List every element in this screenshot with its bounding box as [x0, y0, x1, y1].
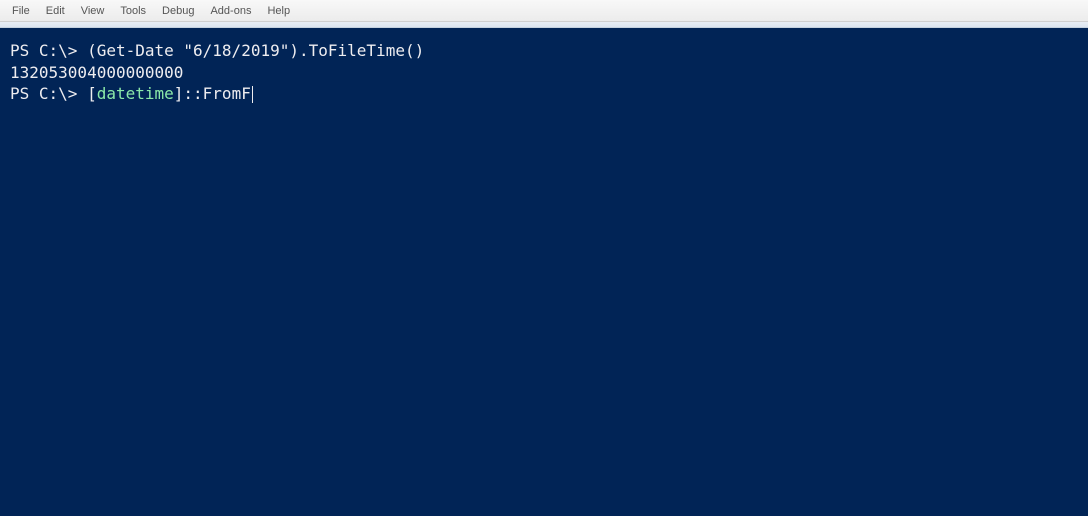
- menu-item-edit[interactable]: Edit: [38, 3, 73, 19]
- menu-item-debug[interactable]: Debug: [154, 3, 202, 19]
- terminal-text-segment: PS C:\>: [10, 84, 87, 103]
- terminal-line: PS C:\> (Get-Date "6/18/2019").ToFileTim…: [10, 40, 1078, 62]
- menu-item-tools[interactable]: Tools: [112, 3, 154, 19]
- terminal-text-segment: ]::FromF: [174, 84, 251, 103]
- terminal-text-segment: PS C:\>: [10, 41, 87, 60]
- terminal-text-segment: (Get-Date: [87, 41, 183, 60]
- menu-item-addons[interactable]: Add-ons: [202, 3, 259, 19]
- terminal-text-segment: ).ToFileTime(): [289, 41, 424, 60]
- terminal-text-segment: 132053004000000000: [10, 63, 183, 82]
- menu-bar: File Edit View Tools Debug Add-ons Help: [0, 0, 1088, 22]
- menu-item-help[interactable]: Help: [259, 3, 298, 19]
- menu-item-view[interactable]: View: [73, 3, 113, 19]
- powershell-console[interactable]: PS C:\> (Get-Date "6/18/2019").ToFileTim…: [0, 28, 1088, 516]
- terminal-line: 132053004000000000: [10, 62, 1078, 84]
- terminal-line: PS C:\> [datetime]::FromF: [10, 83, 1078, 105]
- text-cursor: [252, 86, 253, 104]
- menu-item-file[interactable]: File: [4, 3, 38, 19]
- terminal-text-segment: datetime: [97, 84, 174, 103]
- terminal-text-segment: "6/18/2019": [183, 41, 289, 60]
- terminal-text-segment: [: [87, 84, 97, 103]
